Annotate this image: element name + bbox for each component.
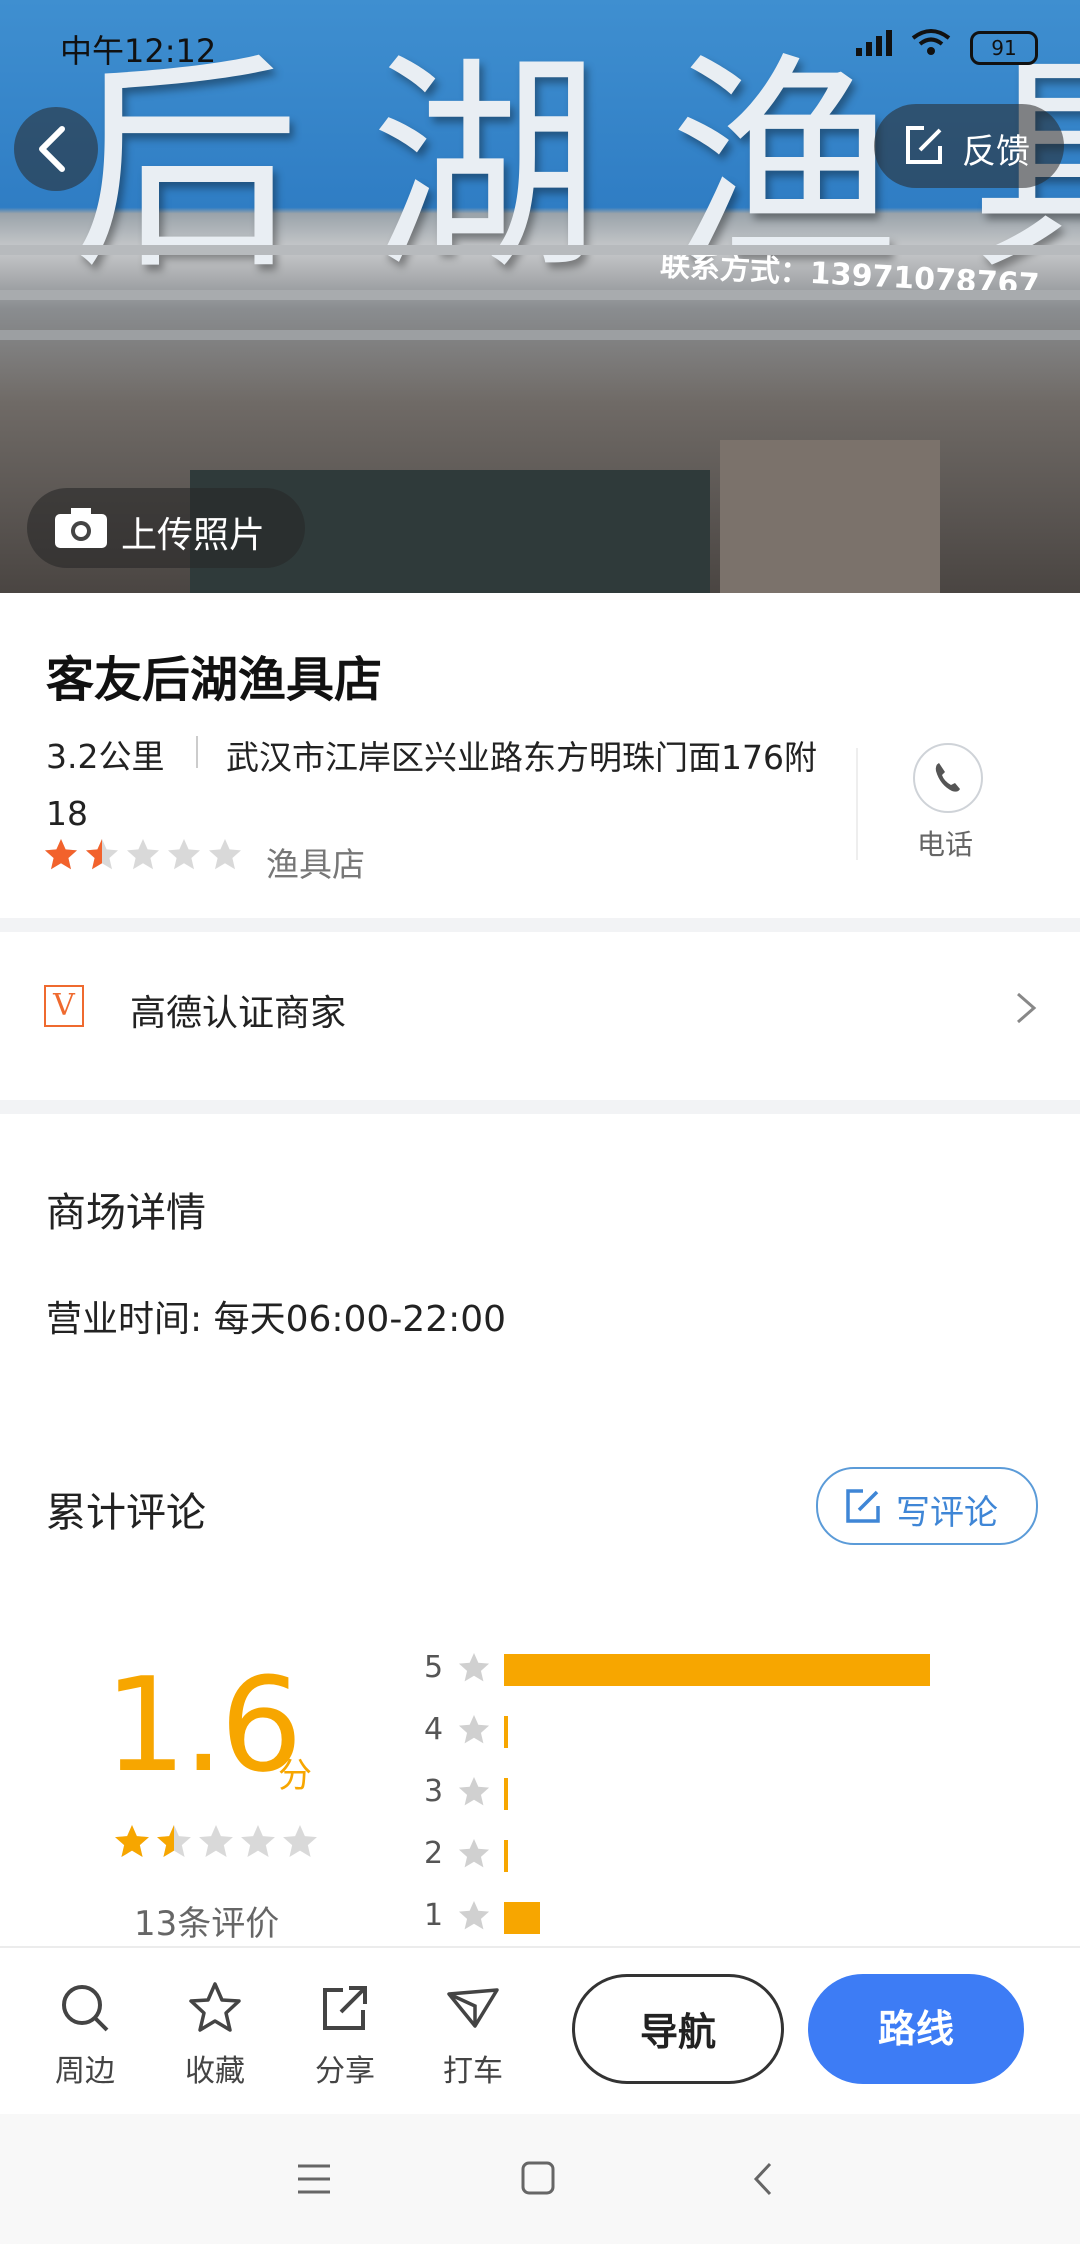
back-icon[interactable] <box>748 2160 778 2198</box>
signal-icon <box>856 30 911 63</box>
feedback-label: 反馈 <box>962 132 1030 172</box>
wifi-icon <box>911 29 960 63</box>
status-icons: 91 <box>856 28 1038 65</box>
poi-address: 武汉市江岸区兴业路东方明珠门面176附18 <box>46 738 817 833</box>
upload-label: 上传照片 <box>121 515 266 556</box>
phone-button[interactable] <box>913 743 983 813</box>
rating-distribution-bar <box>504 1654 930 1686</box>
rating-distribution-bar <box>504 1840 508 1872</box>
rating-distribution-row: 1 <box>424 1898 1044 1938</box>
edit-icon <box>906 126 942 164</box>
rating-distribution-bar <box>504 1778 508 1810</box>
favorite-button[interactable]: 收藏 <box>160 1980 270 2090</box>
rating-distribution-row: 3 <box>424 1774 1044 1814</box>
home-icon[interactable] <box>520 2160 556 2196</box>
rating-distribution-stars: 1 <box>424 1898 444 1933</box>
section-gap <box>0 918 1080 932</box>
rating-score: 1.6 <box>104 1649 303 1801</box>
write-review-button[interactable]: 写评论 <box>816 1467 1038 1545</box>
rating-distribution-stars: 2 <box>424 1836 444 1871</box>
system-nav-bar <box>0 2114 1080 2244</box>
divider <box>856 748 858 860</box>
taxi-icon <box>447 1988 499 2028</box>
navigate-button[interactable]: 导航 <box>572 1974 784 2084</box>
share-icon <box>323 1986 367 2030</box>
rating-star-icon <box>241 1825 275 1858</box>
section-gap <box>0 1100 1080 1114</box>
poi-name: 客友后湖渔具店 <box>46 652 383 708</box>
business-hours: 营业时间: 每天06:00-22:00 <box>46 1299 507 1340</box>
review-count: 13条评价 <box>134 1904 280 1944</box>
rating-star-icon <box>168 839 200 870</box>
star-icon <box>458 1652 490 1682</box>
star-icon <box>458 1900 490 1930</box>
chevron-right-icon <box>1017 992 1037 1024</box>
taxi-button[interactable]: 打车 <box>418 1980 528 2090</box>
back-button[interactable] <box>14 107 98 191</box>
status-bar: 中午12:12 91 <box>0 0 1080 90</box>
rating-star-icon <box>283 1825 317 1858</box>
reviews-title: 累计评论 <box>46 1490 206 1536</box>
poi-rating-stars <box>44 838 249 876</box>
poi-category: 渔具店 <box>266 845 365 884</box>
star-icon <box>458 1714 490 1744</box>
rating-score-unit: 分 <box>278 1756 312 1796</box>
share-button[interactable]: 分享 <box>290 1980 400 2090</box>
rating-distribution-bar <box>504 1716 508 1748</box>
rating-distribution-row: 5 <box>424 1650 1044 1690</box>
rating-distribution-row: 4 <box>424 1712 1044 1752</box>
verified-label: 高德认证商家 <box>130 993 347 1034</box>
rating-distribution-stars: 5 <box>424 1650 444 1685</box>
awning-stripe <box>0 330 1080 340</box>
rating-star-icon <box>209 839 241 870</box>
camera-icon <box>55 508 107 548</box>
write-review-label: 写评论 <box>896 1493 998 1533</box>
rating-star-icon <box>157 1825 191 1858</box>
rating-star-icon <box>199 1825 233 1858</box>
upload-photo-button[interactable]: 上传照片 <box>27 488 305 568</box>
rating-distribution-stars: 4 <box>424 1712 444 1747</box>
rating-star-icon <box>86 839 118 870</box>
battery-icon: 91 <box>970 31 1038 65</box>
rating-star-icon <box>127 839 159 870</box>
rating-distribution-bar <box>504 1902 540 1934</box>
phone-label: 电话 <box>917 828 974 861</box>
share-label: 分享 <box>315 2054 375 2089</box>
rating-star-icon <box>45 839 77 870</box>
shop-pillar <box>720 440 940 593</box>
nearby-label: 周边 <box>55 2054 115 2089</box>
edit-icon <box>846 1489 880 1523</box>
awning-stripe <box>0 290 1080 300</box>
verified-badge-icon: V <box>44 985 84 1027</box>
rating-star-icon <box>115 1825 149 1858</box>
phone-icon <box>935 763 960 792</box>
awning-stripe <box>0 245 1080 255</box>
feedback-button[interactable]: 反馈 <box>874 104 1064 188</box>
rating-distribution-row: 2 <box>424 1836 1044 1876</box>
favorite-label: 收藏 <box>185 2054 245 2089</box>
menu-icon[interactable] <box>296 2162 332 2196</box>
rating-score-stars <box>114 1824 324 1864</box>
details-title: 商场详情 <box>46 1190 206 1236</box>
route-button[interactable]: 路线 <box>808 1974 1024 2084</box>
nearby-button[interactable]: 周边 <box>30 1980 140 2090</box>
chevron-left-icon <box>39 126 65 172</box>
status-time: 中午12:12 <box>60 32 217 70</box>
search-icon <box>62 1985 109 2032</box>
taxi-label: 打车 <box>443 2054 503 2089</box>
star-icon <box>189 1982 241 2032</box>
star-icon <box>458 1776 490 1806</box>
rating-distribution-stars: 3 <box>424 1774 444 1809</box>
star-icon <box>458 1838 490 1868</box>
